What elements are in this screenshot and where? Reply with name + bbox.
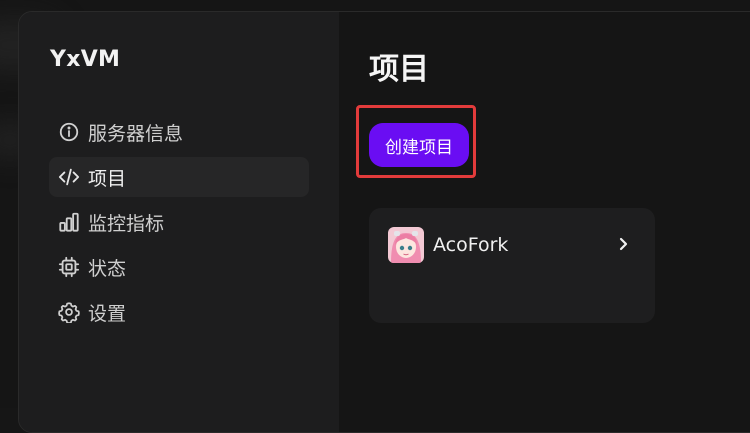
sidebar-item-metrics[interactable]: 监控指标 [49, 202, 309, 242]
app-title: YxVM [50, 47, 121, 72]
page-title: 项目 [369, 52, 429, 87]
create-project-button[interactable]: 创建项目 [369, 123, 469, 167]
main-content: 项目 创建项目 AcoFork [339, 12, 750, 432]
cpu-icon [58, 256, 80, 278]
sidebar-item-label: 监控指标 [88, 212, 165, 235]
project-avatar [388, 227, 424, 263]
chevron-right-icon[interactable] [617, 234, 631, 254]
project-card[interactable]: AcoFork [369, 208, 655, 323]
sidebar: YxVM 服务器信息 项目 监控指标 状态 设置 [19, 12, 339, 432]
sidebar-item-label: 状态 [88, 257, 127, 280]
sidebar-nav: 服务器信息 项目 监控指标 状态 设置 [49, 112, 309, 332]
sidebar-item-server-info[interactable]: 服务器信息 [49, 112, 309, 152]
code-icon [58, 166, 80, 188]
gear-icon [58, 301, 80, 323]
sidebar-item-status[interactable]: 状态 [49, 247, 309, 287]
app-window: YxVM 服务器信息 项目 监控指标 状态 设置 项目 创建项目 AcoFork [18, 11, 750, 433]
info-icon [58, 121, 80, 143]
sidebar-item-projects[interactable]: 项目 [49, 157, 309, 197]
project-card-header: AcoFork [388, 227, 508, 263]
bar-chart-icon [58, 211, 80, 233]
sidebar-item-label: 项目 [88, 167, 127, 190]
sidebar-item-label: 服务器信息 [88, 122, 184, 145]
sidebar-item-settings[interactable]: 设置 [49, 292, 309, 332]
sidebar-item-label: 设置 [88, 302, 127, 325]
project-name: AcoFork [433, 234, 509, 256]
